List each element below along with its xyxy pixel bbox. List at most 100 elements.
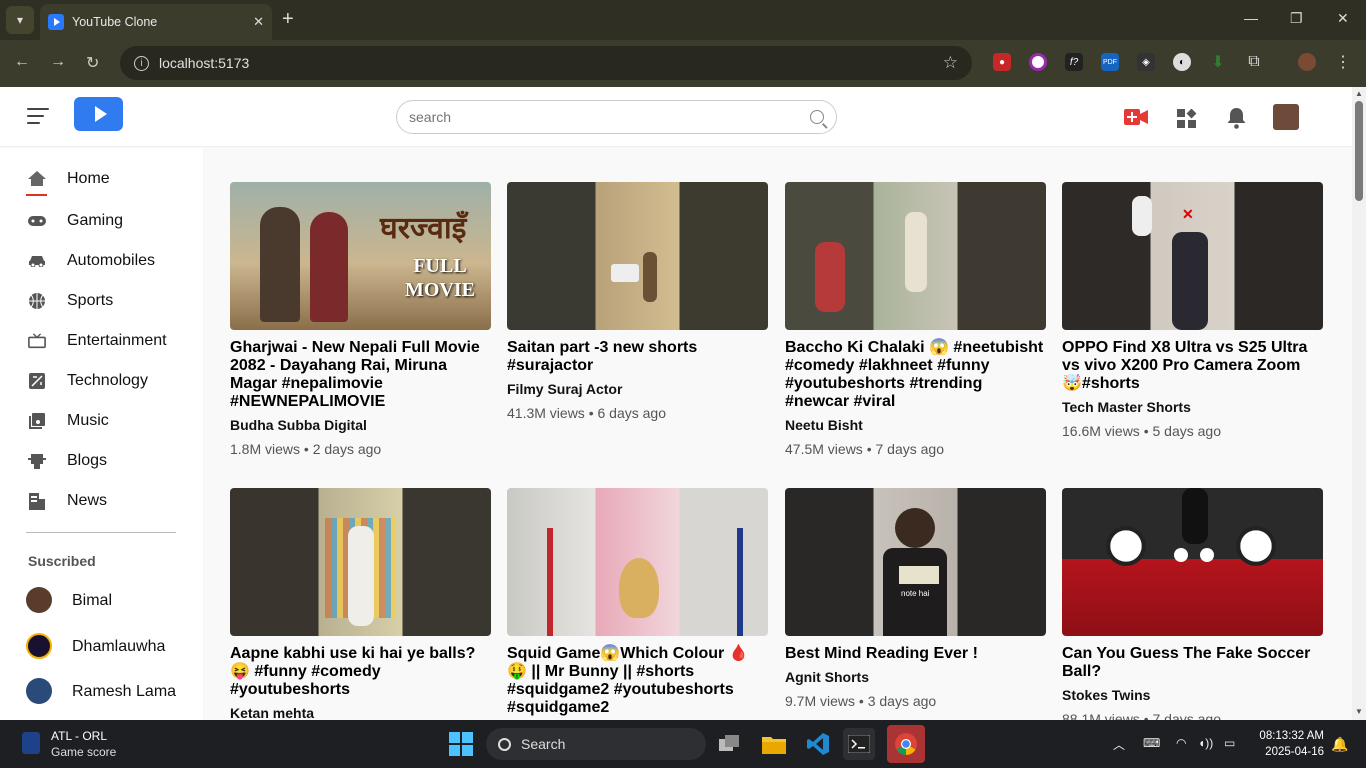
video-title[interactable]: OPPO Find X8 Ultra vs S25 Ultra vs vivo … — [1062, 339, 1323, 393]
logo[interactable] — [74, 97, 123, 131]
taskbar-clock[interactable]: 08:13:32 AM 2025-04-16 — [1252, 728, 1324, 760]
video-title[interactable]: Saitan part -3 new shorts #surajactor — [507, 339, 768, 375]
extension-icon-2[interactable] — [1029, 53, 1047, 71]
sidebar-item-sports[interactable]: Sports — [0, 281, 203, 321]
channel-name[interactable]: Budha Subba Digital — [230, 417, 491, 433]
video-thumbnail[interactable] — [1062, 488, 1323, 636]
video-card[interactable]: Squid Game😱Which Colour 🩸🤑 || Mr Bunny |… — [507, 488, 768, 720]
video-title[interactable]: Baccho Ki Chalaki 😱 #neetubisht #comedy … — [785, 339, 1046, 411]
scroll-down-arrow-icon[interactable]: ▼ — [1355, 707, 1363, 716]
vscode-icon[interactable] — [802, 728, 834, 760]
extension-icon-5[interactable]: ◈ — [1137, 53, 1155, 71]
extension-icon-1[interactable]: ● — [993, 53, 1011, 71]
restore-button[interactable]: ❐ — [1290, 10, 1303, 27]
minimize-button[interactable]: — — [1244, 10, 1258, 26]
page-scrollbar[interactable]: ▲ ▼ — [1352, 87, 1366, 720]
video-card[interactable]: घरज्वाइँ FULL MOVIE Gharjwai - New Nepal… — [230, 182, 491, 457]
video-title[interactable]: Gharjwai - New Nepali Full Movie 2082 - … — [230, 339, 491, 411]
profile-avatar[interactable] — [1298, 53, 1316, 71]
video-title[interactable]: Best Mind Reading Ever ! — [785, 645, 1046, 663]
tab-list-button[interactable]: ▾ — [6, 6, 34, 34]
search-input[interactable] — [409, 109, 810, 125]
scrollbar-thumb[interactable] — [1355, 101, 1363, 201]
chrome-icon[interactable] — [887, 725, 925, 763]
video-card[interactable]: Baccho Ki Chalaki 😱 #neetubisht #comedy … — [785, 182, 1046, 457]
apps-grid-icon[interactable] — [1177, 109, 1197, 129]
file-explorer-icon[interactable] — [758, 728, 790, 760]
video-card[interactable]: Saitan part -3 new shorts #surajactor Fi… — [507, 182, 768, 421]
back-button[interactable]: ← — [14, 53, 30, 71]
video-title[interactable]: Squid Game😱Which Colour 🩸🤑 || Mr Bunny |… — [507, 645, 768, 717]
video-meta: 9.7M views • 3 days ago — [785, 693, 937, 709]
notifications-bell-icon[interactable] — [1227, 108, 1246, 129]
channel-name[interactable]: Stokes Twins — [1062, 687, 1323, 703]
video-feed: घरज्वाइँ FULL MOVIE Gharjwai - New Nepal… — [203, 148, 1352, 720]
video-thumbnail[interactable]: ✕ — [1062, 182, 1323, 330]
sidebar-item-label: Music — [67, 412, 109, 429]
video-meta: 41.3M views • 6 days ago — [507, 405, 666, 421]
tab-strip: ▾ YouTube Clone ✕ + — ❐ ✕ — [0, 0, 1366, 40]
search-icon[interactable] — [810, 110, 824, 124]
video-thumbnail[interactable] — [507, 488, 768, 636]
video-thumbnail[interactable] — [785, 182, 1046, 330]
extension-icon-6[interactable]: ◐ — [1173, 53, 1191, 71]
scroll-up-arrow-icon[interactable]: ▲ — [1355, 89, 1363, 98]
bookmark-star-icon[interactable]: ☆ — [943, 53, 958, 73]
video-thumbnail[interactable] — [230, 488, 491, 636]
sidebar-item-blogs[interactable]: Blogs — [0, 441, 203, 481]
extension-icon-3[interactable]: f? — [1065, 53, 1083, 71]
channel-name[interactable]: Tech Master Shorts — [1062, 399, 1323, 415]
sidebar-divider — [26, 532, 176, 533]
video-card[interactable]: Aapne kabhi use ki hai ye balls? 😝 #funn… — [230, 488, 491, 720]
channel-name[interactable]: Neetu Bisht — [785, 417, 1046, 433]
pdf-extension-icon[interactable]: PDF — [1101, 53, 1119, 71]
address-bar[interactable]: i localhost:5173 ☆ — [120, 46, 972, 80]
volume-icon[interactable]: ◖)) — [1198, 736, 1213, 750]
sidebar-item-home[interactable]: Home — [0, 159, 203, 199]
channel-name[interactable]: Agnit Shorts — [785, 669, 1046, 685]
sidebar-item-gaming[interactable]: Gaming — [0, 201, 203, 241]
video-title[interactable]: Aapne kabhi use ki hai ye balls? 😝 #funn… — [230, 645, 491, 699]
video-meta: 47.5M views • 7 days ago — [785, 441, 944, 457]
active-indicator — [26, 194, 47, 196]
subscription-item[interactable]: Dhamlauwha — [0, 627, 203, 667]
new-tab-button[interactable]: + — [282, 8, 294, 31]
video-card[interactable]: note hai Best Mind Reading Ever ! Agnit … — [785, 488, 1046, 709]
create-video-icon[interactable] — [1124, 108, 1148, 126]
hamburger-menu-icon[interactable] — [27, 108, 49, 124]
subscription-item[interactable]: Ramesh Lama — [0, 672, 203, 712]
wifi-icon[interactable]: ◠ — [1176, 736, 1186, 750]
sidebar-item-automobiles[interactable]: Automobiles — [0, 241, 203, 281]
video-card[interactable]: Can You Guess The Fake Soccer Ball? Stok… — [1062, 488, 1323, 720]
video-title[interactable]: Can You Guess The Fake Soccer Ball? — [1062, 645, 1323, 681]
channel-name[interactable]: Filmy Suraj Actor — [507, 381, 768, 397]
sidebar-item-technology[interactable]: Technology — [0, 361, 203, 401]
sidebar-item-entertainment[interactable]: Entertainment — [0, 321, 203, 361]
terminal-icon[interactable] — [843, 728, 875, 760]
close-window-button[interactable]: ✕ — [1337, 10, 1349, 27]
menu-kebab-icon[interactable]: ⋮ — [1334, 53, 1352, 71]
reload-button[interactable]: ↻ — [86, 53, 99, 73]
user-avatar[interactable] — [1273, 104, 1299, 130]
windows-start-icon[interactable] — [445, 728, 477, 760]
sidebar-item-news[interactable]: News — [0, 481, 203, 521]
site-info-icon[interactable]: i — [134, 55, 149, 71]
keyboard-icon[interactable]: ⌨ — [1143, 736, 1160, 750]
video-thumbnail[interactable]: note hai — [785, 488, 1046, 636]
video-card[interactable]: ✕ OPPO Find X8 Ultra vs S25 Ultra vs viv… — [1062, 182, 1323, 439]
task-view-icon[interactable] — [714, 728, 746, 760]
extensions-puzzle-icon[interactable]: ⧉ — [1245, 53, 1263, 71]
sidebar-item-music[interactable]: Music — [0, 401, 203, 441]
video-thumbnail[interactable] — [507, 182, 768, 330]
notification-bell-icon[interactable]: 🔔 — [1331, 736, 1348, 753]
tab-close-icon[interactable]: ✕ — [253, 14, 264, 30]
download-extension-icon[interactable]: ⬇ — [1209, 53, 1227, 71]
video-thumbnail[interactable]: घरज्वाइँ FULL MOVIE — [230, 182, 491, 330]
forward-button[interactable]: → — [50, 53, 66, 71]
channel-name[interactable]: Ketan mehta — [230, 705, 491, 720]
battery-icon[interactable]: ▭ — [1224, 736, 1235, 750]
taskbar-search[interactable]: Search — [486, 728, 706, 760]
subscription-item[interactable]: Bimal — [0, 581, 203, 621]
tray-chevron-icon[interactable]: ︿ — [1113, 736, 1125, 753]
browser-tab[interactable]: YouTube Clone ✕ — [40, 4, 272, 40]
